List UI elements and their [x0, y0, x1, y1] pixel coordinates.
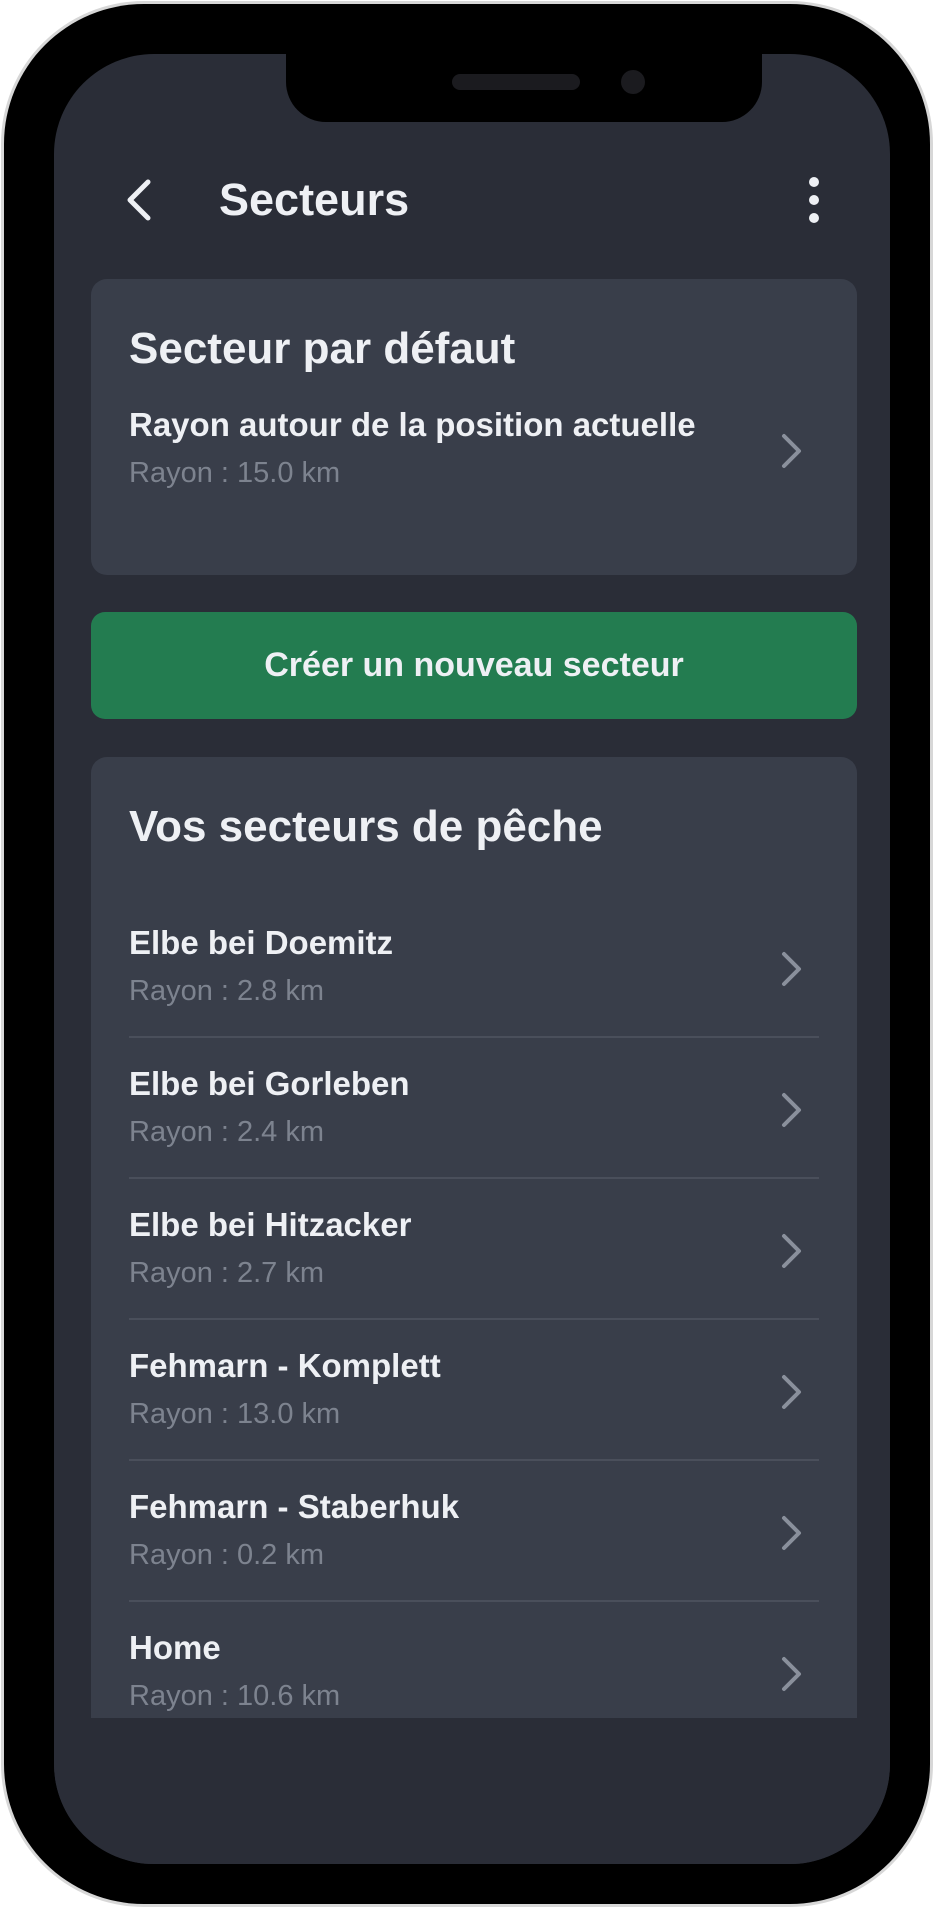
chevron-right-icon	[782, 434, 801, 468]
sector-name: Elbe bei Hitzacker	[129, 1206, 412, 1243]
more-vertical-icon	[809, 177, 819, 223]
front-camera	[621, 70, 645, 94]
default-sector-heading: Secteur par défaut	[129, 324, 516, 373]
more-options-button[interactable]	[794, 172, 834, 228]
list-item[interactable]: Elbe bei Gorleben Rayon : 2.4 km	[129, 1038, 819, 1179]
chevron-right-icon	[782, 1375, 801, 1409]
chevron-right-icon	[782, 1234, 801, 1268]
default-sector-card: Secteur par défaut Rayon autour de la po…	[91, 279, 857, 575]
speaker-grille	[452, 74, 580, 90]
sector-name: Fehmarn - Komplett	[129, 1347, 441, 1384]
sector-radius: Rayon : 2.7 km	[129, 1257, 325, 1289]
phone-frame: Secteurs Secteur par défaut Rayon autour…	[4, 4, 930, 1904]
sector-name: Elbe bei Gorleben	[129, 1065, 410, 1102]
list-item[interactable]: Elbe bei Doemitz Rayon : 2.8 km	[129, 897, 819, 1038]
sector-radius: Rayon : 0.2 km	[129, 1539, 325, 1571]
back-button[interactable]	[114, 172, 170, 228]
create-sector-button[interactable]: Créer un nouveau secteur	[91, 612, 857, 719]
notch	[286, 54, 762, 122]
sector-radius: Rayon : 15.0 km	[129, 457, 341, 489]
chevron-right-icon	[782, 1093, 801, 1127]
list-item[interactable]: Fehmarn - Komplett Rayon : 13.0 km	[129, 1320, 819, 1461]
chevron-left-icon	[127, 179, 151, 221]
sector-name: Home	[129, 1629, 221, 1666]
chevron-right-icon	[782, 1516, 801, 1550]
app-header: Secteurs	[54, 154, 890, 244]
app-screen: Secteurs Secteur par défaut Rayon autour…	[54, 54, 890, 1864]
sector-radius: Rayon : 10.6 km	[129, 1680, 341, 1712]
sector-name: Rayon autour de la position actuelle	[129, 406, 696, 443]
default-sector-item[interactable]: Rayon autour de la position actuelle Ray…	[129, 379, 819, 520]
list-item[interactable]: Fehmarn - Staberhuk Rayon : 0.2 km	[129, 1461, 819, 1602]
sectors-heading: Vos secteurs de pêche	[129, 802, 603, 851]
chevron-right-icon	[782, 952, 801, 986]
sector-radius: Rayon : 2.8 km	[129, 975, 325, 1007]
page-title: Secteurs	[219, 174, 410, 225]
bottom-safe-area	[54, 1718, 890, 1864]
sector-name: Fehmarn - Staberhuk	[129, 1488, 460, 1525]
list-item[interactable]: Elbe bei Hitzacker Rayon : 2.7 km	[129, 1179, 819, 1320]
chevron-right-icon	[782, 1657, 801, 1691]
sector-radius: Rayon : 13.0 km	[129, 1398, 341, 1430]
sector-radius: Rayon : 2.4 km	[129, 1116, 325, 1148]
sectors-list-card: Vos secteurs de pêche Elbe bei Doemitz R…	[91, 757, 857, 1777]
sector-name: Elbe bei Doemitz	[129, 924, 394, 961]
